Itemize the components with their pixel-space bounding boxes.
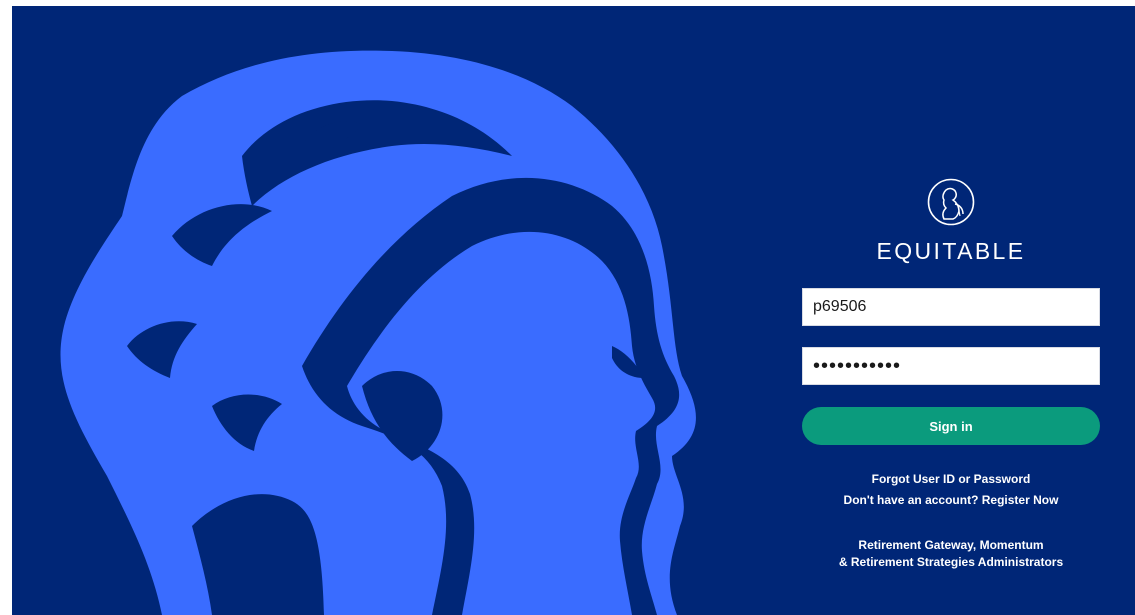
register-link[interactable]: Don't have an account? Register Now: [802, 492, 1100, 508]
lady-profile-illustration: [60, 50, 696, 615]
brand: EQUITABLE: [802, 178, 1100, 265]
products-line-1: Retirement Gateway, Momentum: [858, 538, 1044, 552]
products-note: Retirement Gateway, Momentum & Retiremen…: [802, 537, 1100, 571]
login-page: EQUITABLE Sign in Forgot User ID or Pass…: [12, 6, 1135, 615]
help-links: Forgot User ID or Password Don't have an…: [802, 471, 1100, 508]
equitable-seal-icon: [927, 178, 975, 226]
neck-shape: [192, 494, 324, 615]
login-panel: EQUITABLE Sign in Forgot User ID or Pass…: [802, 178, 1100, 571]
password-field[interactable]: [802, 347, 1100, 385]
sign-in-button[interactable]: Sign in: [802, 407, 1100, 445]
user-id-field[interactable]: [802, 288, 1100, 326]
products-line-2: & Retirement Strategies Administrators: [838, 555, 1064, 569]
brand-name: EQUITABLE: [876, 238, 1026, 264]
forgot-credentials-link[interactable]: Forgot User ID or Password: [802, 471, 1100, 487]
